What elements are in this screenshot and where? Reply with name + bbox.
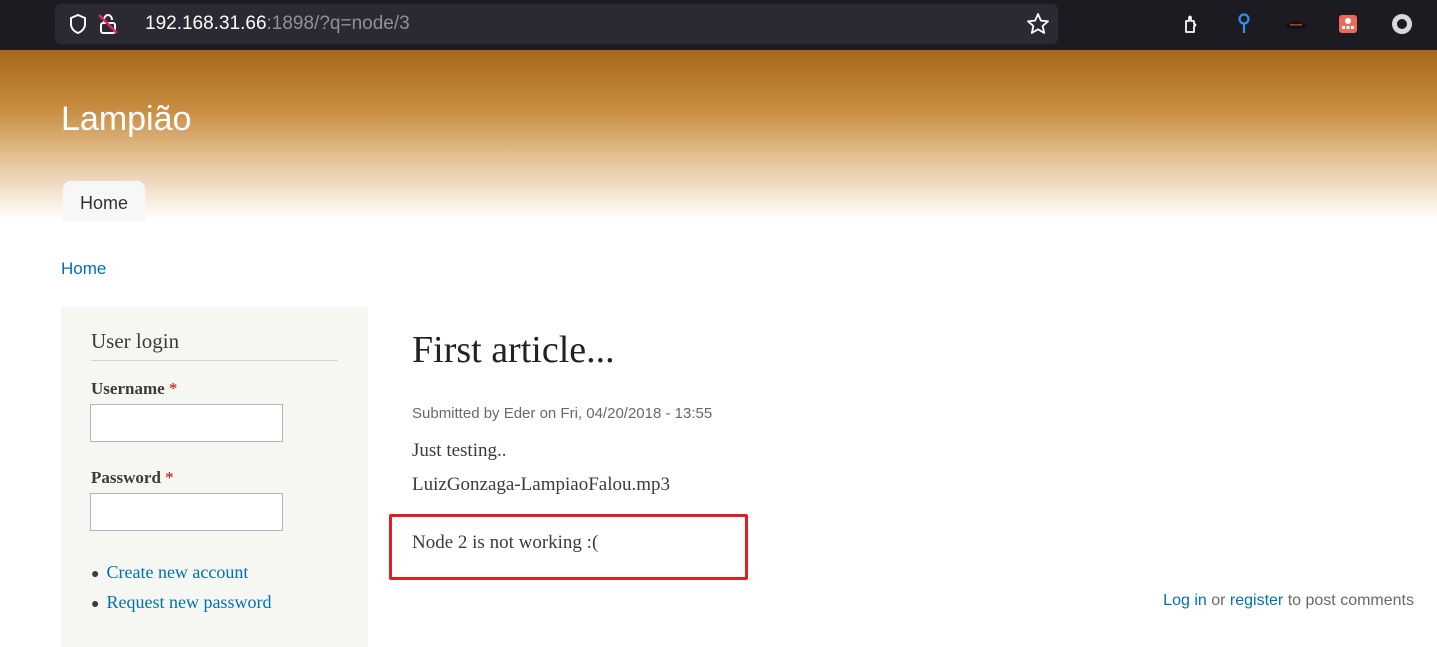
log-in-link[interactable]: Log in xyxy=(1163,592,1207,609)
article-body-line: LuizGonzaga-LampiaoFalou.mp3 xyxy=(412,474,671,495)
nav-tab-home[interactable]: Home xyxy=(63,181,145,221)
article-submitted-info: Submitted by Eder on Fri, 04/20/2018 - 1… xyxy=(412,405,713,422)
register-link[interactable]: register xyxy=(1230,592,1283,609)
bullet-icon: ● xyxy=(91,597,100,612)
article-title[interactable]: First article... xyxy=(412,328,615,372)
username-field[interactable] xyxy=(90,404,283,442)
site-name[interactable]: Lampião xyxy=(61,100,191,139)
hat-icon[interactable] xyxy=(1284,12,1308,36)
pin-icon[interactable] xyxy=(1232,12,1256,36)
create-account-link[interactable]: Create new account xyxy=(106,562,248,582)
comment-login-prompt: Log in or register to post comments xyxy=(1163,592,1414,610)
bullet-icon: ● xyxy=(91,567,100,582)
bookmark-star-icon[interactable] xyxy=(1026,12,1050,36)
user-links-list: ● Create new account ● Request new passwor… xyxy=(91,561,271,621)
browser-toolbar: 192.168.31.66:1898/?q=node/3 xyxy=(0,0,1437,50)
article-body-line: Just testing.. xyxy=(412,440,507,461)
url-host: 192.168.31.66 xyxy=(145,13,267,34)
addon-icon[interactable] xyxy=(1336,12,1360,36)
required-marker: * xyxy=(165,468,174,487)
password-field[interactable] xyxy=(90,493,283,531)
breadcrumb-home-link[interactable]: Home xyxy=(61,259,106,279)
list-item: ● Request new password xyxy=(91,591,271,621)
username-label: Username * xyxy=(91,379,177,399)
url-path: :1898/?q=node/3 xyxy=(266,13,410,34)
required-marker: * xyxy=(168,379,178,398)
post-comments-text: to post comments xyxy=(1287,592,1414,609)
circle-icon[interactable] xyxy=(1390,12,1414,36)
site-header: Lampião Home xyxy=(0,50,1437,221)
password-label: Password * xyxy=(91,468,174,488)
username-label-text: Username xyxy=(91,379,165,398)
address-bar[interactable]: 192.168.31.66:1898/?q=node/3 xyxy=(55,4,1058,44)
shield-icon[interactable] xyxy=(69,14,87,34)
highlight-annotation-box xyxy=(389,514,748,580)
password-label-text: Password xyxy=(91,468,161,487)
extensions-icon[interactable] xyxy=(1180,12,1204,36)
user-login-title: User login xyxy=(91,329,338,361)
url-text[interactable]: 192.168.31.66:1898/?q=node/3 xyxy=(145,13,410,35)
user-login-block: User login Username * Password * ● Create… xyxy=(61,307,368,647)
list-item: ● Create new account xyxy=(91,561,271,591)
or-text: or xyxy=(1211,592,1226,609)
insecure-lock-icon[interactable] xyxy=(97,13,119,35)
request-password-link[interactable]: Request new password xyxy=(106,592,271,612)
